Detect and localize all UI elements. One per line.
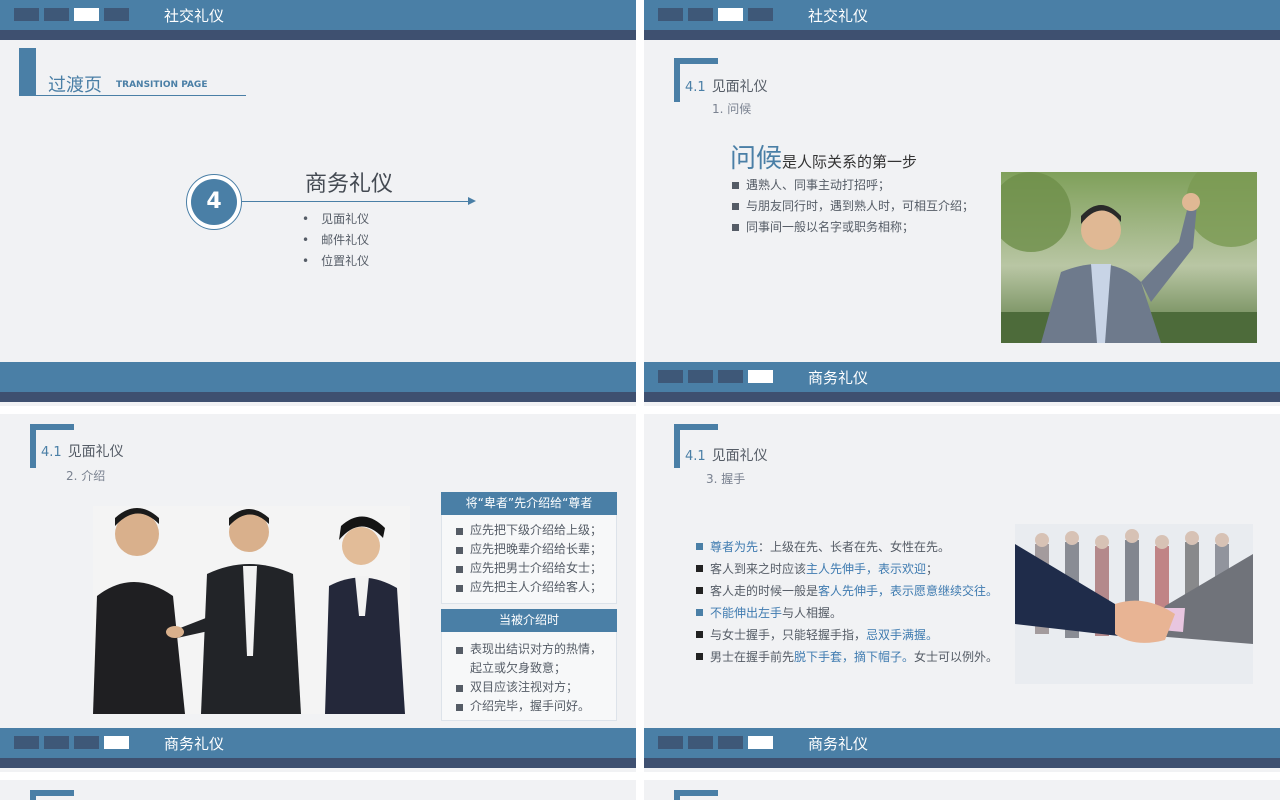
band-square-active <box>748 370 773 383</box>
rule-box-2: 当被介绍时 表现出结识对方的热情， 起立或欠身致意； 双目应该注视对方； 介绍完… <box>441 609 617 721</box>
sub-title: 2. 介绍 <box>66 469 106 483</box>
badge-number: 4 <box>191 179 237 225</box>
section-bracket <box>674 790 718 800</box>
band-square-active <box>104 736 129 749</box>
slide-partial-right[interactable] <box>644 780 1280 800</box>
band-square-active <box>718 8 743 21</box>
band-square-active <box>748 736 773 749</box>
headline: 问候是人际关系的第一步 <box>730 138 917 175</box>
sub-title: 3. 握手 <box>706 472 746 486</box>
footer-title: 商务礼仪 <box>164 735 225 753</box>
headline-rest: 是人际关系的第一步 <box>782 153 918 171</box>
footer-title: 商务礼仪 <box>808 369 869 387</box>
list-item: 与女士握手，只能轻握手指，忌双手满握。 <box>696 624 998 646</box>
list-item: 尊者为先：上级在先、长者在先、女性在先。 <box>696 536 998 558</box>
topic-item: • 邮件礼仪 <box>302 233 370 247</box>
top-band: 社交礼仪 <box>644 0 1280 30</box>
band-dark-strip <box>0 30 636 40</box>
topic-arrow-line <box>242 201 472 202</box>
list-item: 不能伸出左手与人相握。 <box>696 602 998 624</box>
rule-box-2-title: 当被介绍时 <box>441 609 617 632</box>
list-item: 应先把主人介绍给客人； <box>456 578 602 597</box>
band-square-active <box>74 8 99 21</box>
band-dark-strip <box>644 30 1280 40</box>
section-title: 4.1 见面礼仪 <box>685 79 768 95</box>
list-item: 应先把下级介绍给上级； <box>456 521 602 540</box>
sub-title: 1. 问候 <box>712 102 752 116</box>
band-square <box>688 370 713 383</box>
rule-box-1-list: 应先把下级介绍给上级； 应先把晚辈介绍给长辈； 应先把男士介绍给女士； 应先把主… <box>456 521 602 597</box>
list-item: 介绍完毕，握手问好。 <box>456 697 602 716</box>
topic-title: 商务礼仪 <box>305 172 394 197</box>
bottom-band: 商务礼仪 <box>644 362 1280 392</box>
page-heading: 过渡页 <box>48 75 102 96</box>
band-square <box>718 370 743 383</box>
list-item: 应先把男士介绍给女士； <box>456 559 602 578</box>
bottom-band <box>0 362 636 392</box>
list-item: 遇熟人、同事主动打招呼； <box>732 175 974 196</box>
bottom-band: 商务礼仪 <box>644 728 1280 758</box>
list-item: 客人到来之时应该主人先伸手，表示欢迎； <box>696 558 998 580</box>
list-item: 表现出结识对方的热情， <box>456 640 602 659</box>
arrow-head-icon <box>468 197 476 205</box>
list-item: 与朋友同行时，遇到熟人时，可相互介绍； <box>732 196 974 217</box>
band-square <box>44 8 69 21</box>
band-square <box>14 8 39 21</box>
list-item: 同事间一般以名字或职务相称； <box>732 217 974 238</box>
handshake-photo <box>1015 524 1253 684</box>
band-square <box>718 736 743 749</box>
greeting-bullets: 遇熟人、同事主动打招呼； 与朋友同行时，遇到熟人时，可相互介绍； 同事间一般以名… <box>732 175 974 238</box>
band-title: 社交礼仪 <box>164 7 225 25</box>
list-item: 男士在握手前先脱下手套，摘下帽子。女士可以例外。 <box>696 646 998 668</box>
section-title: 4.1 见面礼仪 <box>685 448 768 464</box>
band-dark-strip <box>0 392 636 402</box>
band-square <box>658 8 683 21</box>
band-square <box>688 736 713 749</box>
page-heading-en: TRANSITION PAGE <box>116 80 208 90</box>
heading-bar <box>19 48 36 96</box>
rule-box-1-title: 将“卑者”先介绍给“尊者 <box>441 492 617 515</box>
band-square <box>14 736 39 749</box>
bottom-band: 商务礼仪 <box>0 728 636 758</box>
band-dark-strip <box>0 758 636 768</box>
slide-transition[interactable]: 社交礼仪 过渡页 TRANSITION PAGE 4 商务礼仪 • 见面礼仪 • 邮… <box>0 0 636 406</box>
band-square <box>44 736 69 749</box>
slide-handshake[interactable]: 4.1 见面礼仪 3. 握手 尊者为先：上级在先、长者在先、女性在先。 客人到来之… <box>644 414 1280 772</box>
handshake-rules: 尊者为先：上级在先、长者在先、女性在先。 客人到来之时应该主人先伸手，表示欢迎；… <box>696 536 998 668</box>
topic-item: • 位置礼仪 <box>302 254 370 268</box>
band-square <box>74 736 99 749</box>
band-square <box>658 736 683 749</box>
section-bracket <box>30 790 74 800</box>
band-square <box>748 8 773 21</box>
rule-box-1: 将“卑者”先介绍给“尊者 应先把下级介绍给上级； 应先把晚辈介绍给长辈； 应先把… <box>441 492 617 604</box>
topic-item: • 见面礼仪 <box>302 212 370 226</box>
rule-box-2-list: 表现出结识对方的热情， 起立或欠身致意； 双目应该注视对方； 介绍完毕，握手问好… <box>456 640 602 716</box>
slide-partial-left[interactable] <box>0 780 636 800</box>
band-dark-strip <box>644 758 1280 768</box>
list-item: 双目应该注视对方； <box>456 678 602 697</box>
band-square <box>688 8 713 21</box>
slide-greeting[interactable]: 社交礼仪 4.1 见面礼仪 1. 问候 问候是人际关系的第一步 遇熟人、同事主动打… <box>644 0 1280 406</box>
list-item: 客人走的时候一般是客人先伸手，表示愿意继续交往。 <box>696 580 998 602</box>
headline-big: 问候 <box>730 144 783 174</box>
waving-man-photo <box>1001 172 1257 343</box>
band-dark-strip <box>644 392 1280 402</box>
number-badge: 4 <box>186 174 242 230</box>
top-band: 社交礼仪 <box>0 0 636 30</box>
band-title: 社交礼仪 <box>808 7 869 25</box>
introduction-photo <box>93 506 410 714</box>
band-square <box>104 8 129 21</box>
section-title: 4.1 见面礼仪 <box>41 444 124 460</box>
slide-introduction[interactable]: 4.1 见面礼仪 2. 介绍 将“卑者”先介绍给“尊者 应先把下级介绍给上级； 应… <box>0 414 636 772</box>
list-item-continued: 起立或欠身致意； <box>470 661 567 675</box>
list-item: 应先把晚辈介绍给长辈； <box>456 540 602 559</box>
topic-items: • 见面礼仪 • 邮件礼仪 • 位置礼仪 <box>302 209 369 272</box>
footer-title: 商务礼仪 <box>808 735 869 753</box>
band-square <box>658 370 683 383</box>
